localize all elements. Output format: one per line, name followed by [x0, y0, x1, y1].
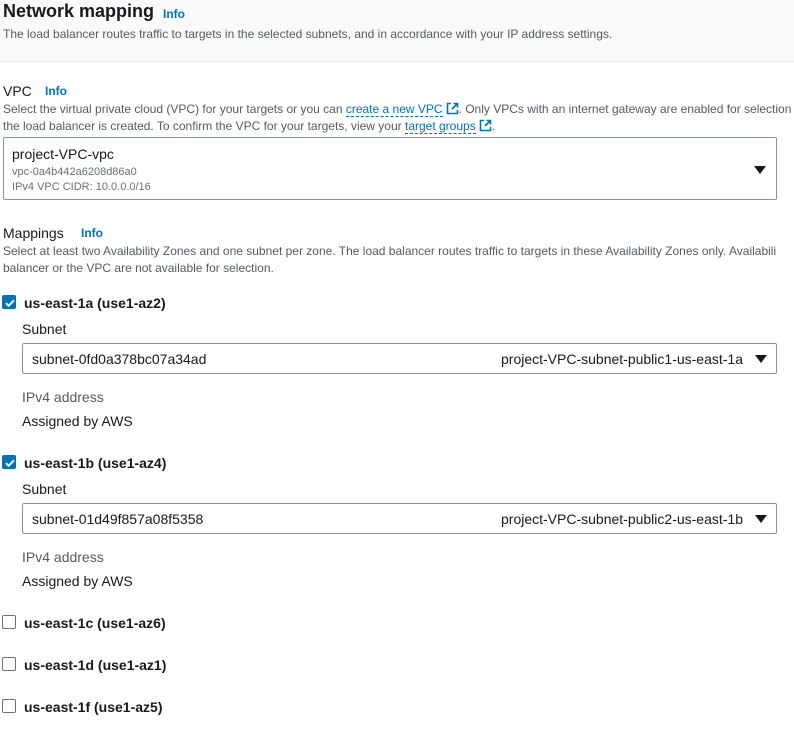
subnet-label-1b: Subnet: [22, 481, 67, 497]
external-link-icon[interactable]: [479, 119, 492, 132]
vpc-desc-text-3: the load balancer is created. To confirm…: [3, 119, 405, 133]
section-title: Network mapping: [3, 1, 155, 21]
checkmark-icon: [5, 299, 15, 308]
ipv4-value-1b: Assigned by AWS: [22, 573, 133, 589]
subnet-id-1a: subnet-0fd0a378bc07a34ad: [32, 351, 207, 367]
az-checkbox-us-east-1c[interactable]: [2, 615, 16, 629]
checkmark-icon: [5, 459, 15, 468]
vpc-desc-text: Select the virtual private cloud (VPC) f…: [3, 102, 346, 116]
target-groups-link[interactable]: target groups: [404, 119, 476, 134]
caret-down-icon: [754, 166, 766, 174]
az-label-us-east-1b: us-east-1b (use1-az4): [24, 455, 167, 471]
section-info-link[interactable]: Info: [163, 7, 185, 21]
az-label-us-east-1a: us-east-1a (use1-az2): [24, 295, 166, 311]
create-vpc-link[interactable]: create a new VPC: [345, 102, 443, 117]
vpc-label: VPC: [3, 83, 32, 99]
ipv4-value-1a: Assigned by AWS: [22, 413, 133, 429]
ipv4-label-1b: IPv4 address: [22, 549, 104, 565]
vpc-select[interactable]: project-VPC-vpc vpc-0a4b442a6208d86a0 IP…: [3, 137, 777, 200]
az-label-us-east-1f: us-east-1f (use1-az5): [24, 699, 163, 715]
vpc-info-link[interactable]: Info: [45, 84, 67, 98]
subnet-select-us-east-1b[interactable]: subnet-01d49f857a08f5358 project-VPC-sub…: [22, 503, 777, 534]
vpc-selected-id: vpc-0a4b442a6208d86a0: [12, 166, 137, 178]
mappings-info-link[interactable]: Info: [81, 226, 103, 240]
mappings-description-line2: balancer or the VPC are not available fo…: [3, 261, 274, 275]
subnet-name-1b: project-VPC-subnet-public2-us-east-1b: [501, 511, 743, 527]
vpc-selected-name: project-VPC-vpc: [12, 146, 114, 162]
az-label-us-east-1c: us-east-1c (use1-az6): [24, 615, 166, 631]
subnet-id-1b: subnet-01d49f857a08f5358: [32, 511, 204, 527]
caret-down-icon: [755, 515, 767, 523]
az-checkbox-us-east-1f[interactable]: [2, 699, 16, 713]
az-checkbox-us-east-1a[interactable]: [2, 295, 16, 309]
subnet-label-1a: Subnet: [22, 321, 67, 337]
az-label-us-east-1d: us-east-1d (use1-az1): [24, 657, 167, 673]
mappings-label: Mappings: [3, 225, 64, 241]
external-link-icon[interactable]: [446, 102, 459, 115]
vpc-desc-text-2: . Only VPCs with an internet gateway are…: [458, 102, 792, 116]
subnet-name-1a: project-VPC-subnet-public1-us-east-1a: [501, 351, 743, 367]
vpc-description-line1: Select the virtual private cloud (VPC) f…: [3, 101, 791, 118]
section-description: The load balancer routes traffic to targ…: [3, 27, 613, 41]
az-checkbox-us-east-1b[interactable]: [2, 455, 16, 469]
ipv4-label-1a: IPv4 address: [22, 389, 104, 405]
mappings-description-line1: Select at least two Availability Zones a…: [3, 244, 777, 258]
caret-down-icon: [755, 355, 767, 363]
vpc-selected-cidr: IPv4 VPC CIDR: 10.0.0.0/16: [12, 181, 151, 193]
subnet-select-us-east-1a[interactable]: subnet-0fd0a378bc07a34ad project-VPC-sub…: [22, 343, 777, 374]
az-checkbox-us-east-1d[interactable]: [2, 657, 16, 671]
vpc-desc-end: .: [491, 119, 496, 133]
vpc-description-line2: the load balancer is created. To confirm…: [3, 118, 495, 135]
